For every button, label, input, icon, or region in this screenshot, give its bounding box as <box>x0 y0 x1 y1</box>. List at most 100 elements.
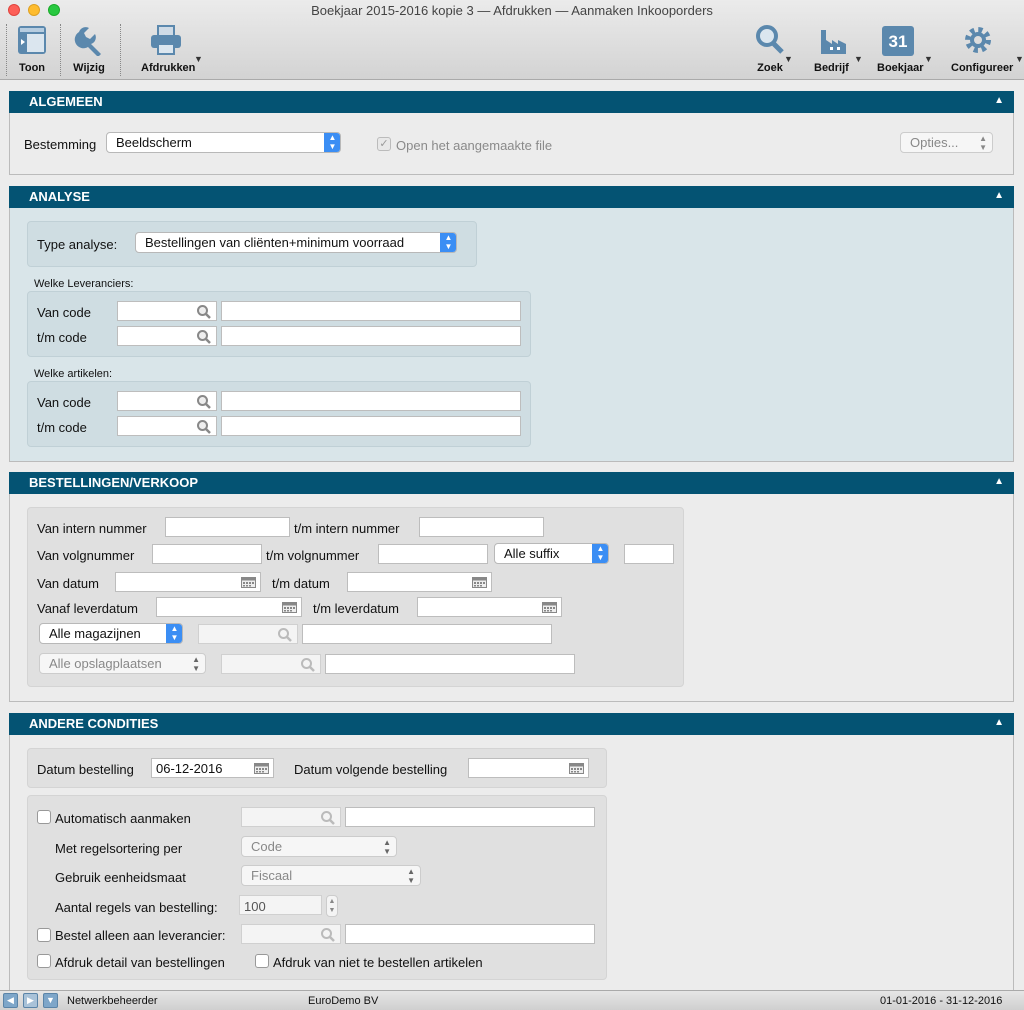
art-van-name-input[interactable] <box>221 391 521 411</box>
next-record-button[interactable]: ▶ <box>23 993 38 1008</box>
opslag-code-input[interactable] <box>221 654 321 674</box>
auto-name-input[interactable] <box>345 807 595 827</box>
vanaf-lever-label: Vanaf leverdatum <box>37 601 138 616</box>
regelsortering-select[interactable]: Code ▲ ▼ <box>241 836 397 857</box>
chevron-down-icon: ▼ <box>924 54 933 64</box>
calendar-day: 31 <box>888 32 908 51</box>
calendar-icon[interactable] <box>542 602 557 613</box>
calendar-icon[interactable] <box>254 763 269 774</box>
calendar-icon[interactable] <box>472 577 487 588</box>
updown-icon: ▲ ▼ <box>192 655 200 673</box>
tm-lever-input[interactable] <box>417 597 562 617</box>
updown-icon: ▲ ▼ <box>383 838 391 856</box>
auto-code-input[interactable] <box>241 807 341 827</box>
magazijn-code-input[interactable] <box>198 624 298 644</box>
auto-aanmaken-label: Automatisch aanmaken <box>55 811 191 826</box>
lev-tm-name-input[interactable] <box>221 326 521 346</box>
suffix-select[interactable]: Alle suffix ▲ ▼ <box>494 543 609 564</box>
bestellingen-header[interactable]: BESTELLINGEN/VERKOOP ▲ <box>9 472 1014 494</box>
aantal-regels-stepper[interactable]: ▲ ▼ <box>326 895 338 917</box>
type-analyse-label: Type analyse: <box>37 237 118 252</box>
printer-icon <box>151 25 181 55</box>
van-volg-label: Van volgnummer <box>37 548 135 563</box>
van-intern-input[interactable] <box>165 517 290 537</box>
search-icon[interactable] <box>320 810 336 826</box>
datum-volgende-input[interactable] <box>468 758 589 778</box>
eenheidsmaat-select[interactable]: Fiscaal ▲ ▼ <box>241 865 421 886</box>
arrow-down-icon: ▼ <box>46 995 55 1005</box>
algemeen-header[interactable]: ALGEMEEN ▲ <box>9 91 1014 113</box>
van-datum-input[interactable] <box>115 572 261 592</box>
calendar-icon[interactable] <box>241 577 256 588</box>
opties-button[interactable]: Opties... ▲ ▼ <box>900 132 993 153</box>
previous-record-button[interactable]: ◀ <box>3 993 18 1008</box>
search-icon[interactable] <box>196 304 212 320</box>
opslag-name-input[interactable] <box>325 654 575 674</box>
collapse-icon[interactable]: ▲ <box>994 717 1004 728</box>
art-tm-code-input[interactable] <box>117 416 217 436</box>
datum-bestelling-input[interactable]: 06-12-2016 <box>151 758 274 778</box>
tm-volg-input[interactable] <box>378 544 488 564</box>
analyse-header[interactable]: ANALYSE ▲ <box>9 186 1014 208</box>
toolbar-separator <box>120 24 121 76</box>
tm-intern-input[interactable] <box>419 517 544 537</box>
suffix-input[interactable] <box>624 544 674 564</box>
opslag-select[interactable]: Alle opslagplaatsen ▲ ▼ <box>39 653 206 674</box>
calendar-icon[interactable] <box>282 602 297 613</box>
status-user: Netwerkbeheerder <box>67 995 158 1007</box>
bestel-lev-code-input[interactable] <box>241 924 341 944</box>
vertical-scrollbar[interactable] <box>1014 82 1024 990</box>
lev-tm-code-label: t/m code <box>37 330 87 345</box>
andere-title: ANDERE CONDITIES <box>29 716 159 731</box>
bestemming-select[interactable]: Beeldscherm ▲ ▼ <box>106 132 341 153</box>
art-van-code-input[interactable] <box>117 391 217 411</box>
lev-van-code-input[interactable] <box>117 301 217 321</box>
search-icon[interactable] <box>320 927 336 943</box>
tm-volg-label: t/m volgnummer <box>266 548 360 563</box>
down-record-button[interactable]: ▼ <box>43 993 58 1008</box>
bestemming-value: Beeldscherm <box>116 135 192 150</box>
opslag-value: Alle opslagplaatsen <box>49 656 162 671</box>
type-analyse-select[interactable]: Bestellingen van cliënten+minimum voorra… <box>135 232 457 253</box>
auto-aanmaken-checkbox[interactable] <box>37 810 51 824</box>
collapse-icon[interactable]: ▲ <box>994 95 1004 106</box>
art-tm-name-input[interactable] <box>221 416 521 436</box>
calendar-icon[interactable] <box>569 763 584 774</box>
toon-label: Toon <box>18 62 46 74</box>
type-analyse-value: Bestellingen van cliënten+minimum voorra… <box>145 235 405 250</box>
search-icon[interactable] <box>300 657 316 673</box>
magazijn-name-input[interactable] <box>302 624 552 644</box>
wijzig-label: Wijzig <box>73 62 105 74</box>
search-icon[interactable] <box>196 419 212 435</box>
lev-tm-code-input[interactable] <box>117 326 217 346</box>
open-file-checkbox[interactable]: ✓ <box>377 137 391 151</box>
chevron-down-icon: ▼ <box>854 54 863 64</box>
bedrijf-button[interactable]: Bedrijf ▼ <box>806 20 863 78</box>
collapse-icon[interactable]: ▲ <box>994 476 1004 487</box>
vanaf-lever-input[interactable] <box>156 597 302 617</box>
wijzig-button[interactable]: Wijzig <box>64 20 114 78</box>
andere-header[interactable]: ANDERE CONDITIES ▲ <box>9 713 1014 735</box>
configureer-button[interactable]: Configureer ▼ <box>944 20 1024 78</box>
zoek-button[interactable]: Zoek ▼ <box>748 20 793 78</box>
toon-button[interactable]: Toon <box>10 20 54 78</box>
open-file-label: Open het aangemaakte file <box>396 138 553 153</box>
bestel-lev-name-input[interactable] <box>345 924 595 944</box>
lev-van-code-label: Van code <box>37 305 91 320</box>
magnifier-icon <box>756 25 784 54</box>
afdrukken-button[interactable]: Afdrukken ▼ <box>128 20 204 78</box>
opties-label: Opties... <box>910 135 959 150</box>
lev-van-name-input[interactable] <box>221 301 521 321</box>
bestel-leverancier-checkbox[interactable] <box>37 928 51 942</box>
aantal-regels-input[interactable]: 100 <box>239 895 322 915</box>
tm-datum-input[interactable] <box>347 572 492 592</box>
collapse-icon[interactable]: ▲ <box>994 190 1004 201</box>
search-icon[interactable] <box>196 394 212 410</box>
search-icon[interactable] <box>196 329 212 345</box>
van-volg-input[interactable] <box>152 544 262 564</box>
afdruk-niet-checkbox[interactable] <box>255 954 269 968</box>
afdruk-detail-checkbox[interactable] <box>37 954 51 968</box>
boekjaar-button[interactable]: 31 Boekjaar ▼ <box>872 20 933 78</box>
magazijnen-select[interactable]: Alle magazijnen ▲ ▼ <box>39 623 183 644</box>
search-icon[interactable] <box>277 627 293 643</box>
